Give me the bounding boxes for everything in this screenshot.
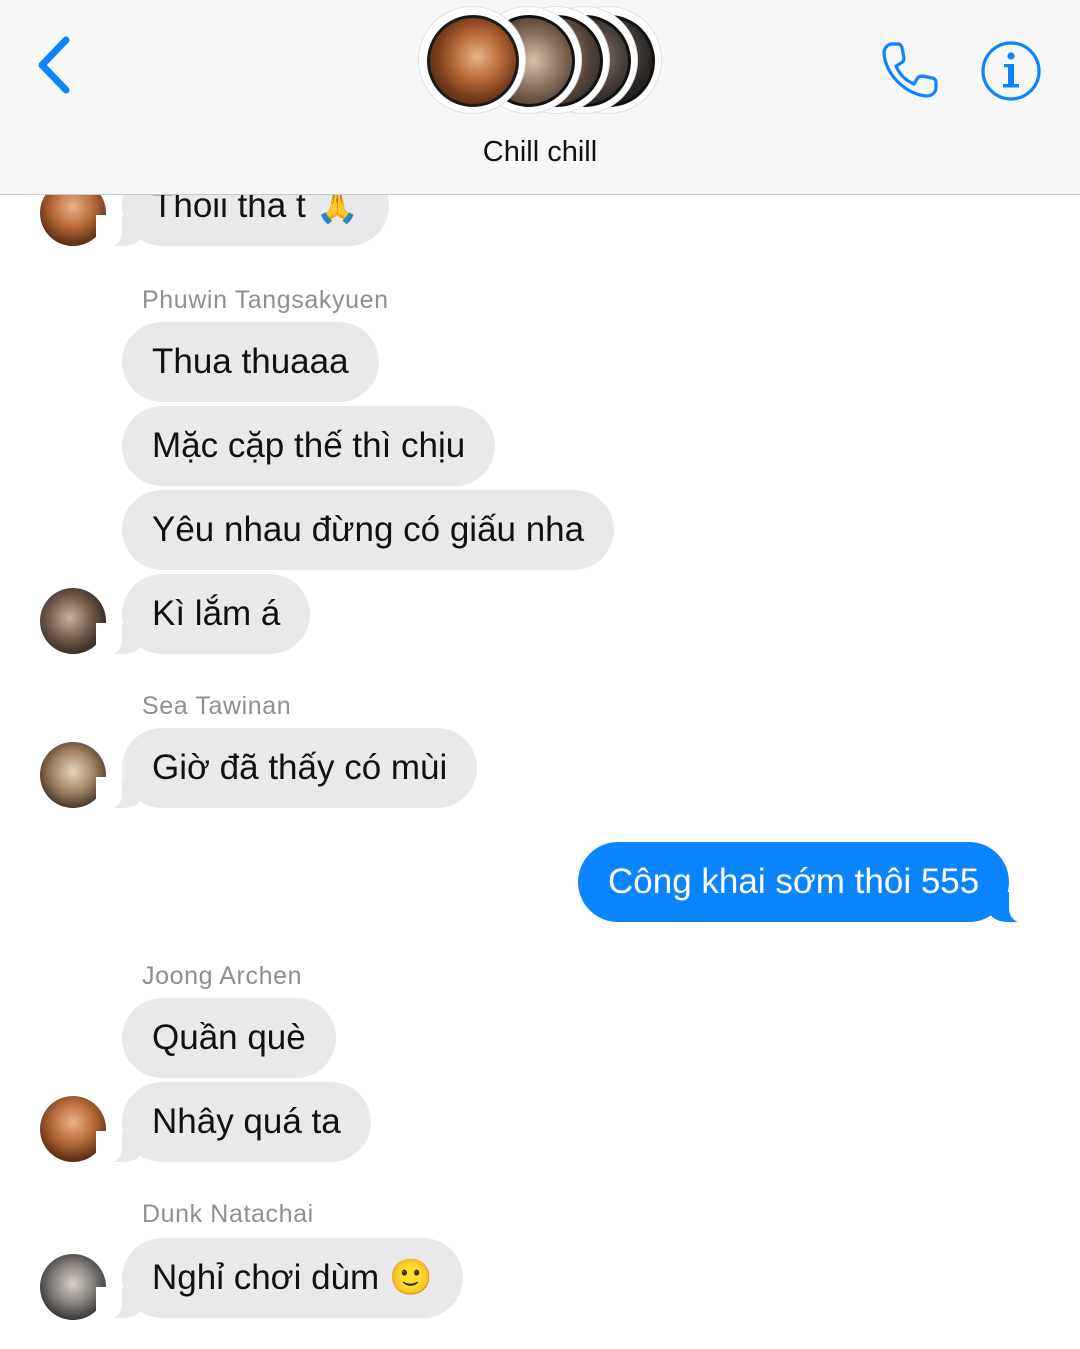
member-avatar (418, 6, 526, 114)
info-icon[interactable] (980, 40, 1042, 102)
phone-icon[interactable] (878, 38, 942, 102)
message-text: Yêu nhau đừng có giấu nha (152, 510, 585, 549)
group-avatar-stack[interactable] (418, 6, 668, 118)
message-bubble[interactable]: Thua thuaaa (122, 322, 379, 402)
message-text: Quần què (152, 1018, 306, 1057)
message-bubble[interactable]: Mặc cặp thế thì chịu (122, 406, 496, 486)
chevron-left-icon[interactable] (34, 36, 74, 94)
message-text: Nhây quá ta (152, 1102, 341, 1141)
message-text: Kì lắm á (152, 594, 281, 633)
message-bubble[interactable]: Kì lắm á (95, 574, 311, 655)
message-text: Nghỉ chơi dùm (152, 1258, 380, 1297)
message-bubble[interactable]: Nhây quá ta (96, 1082, 371, 1163)
sender-name: Joong Archen (142, 962, 303, 990)
message-bubble[interactable]: Quần què (122, 998, 336, 1078)
smiling-face-emoji: 🙂 (388, 1258, 433, 1298)
chat-header: Chill chill (0, 0, 1080, 195)
sent-message-bubble[interactable]: Công khai sớm thôi 555 (578, 842, 1036, 923)
sender-name: Dunk Natachai (142, 1200, 314, 1228)
group-title[interactable]: Chill chill (0, 136, 1080, 169)
sender-name: Phuwin Tangsakyuen (142, 286, 389, 314)
message-text: Giờ đã thấy có mùi (152, 748, 448, 787)
message-text: Mặc cặp thế thì chịu (152, 426, 466, 465)
message-bubble[interactable]: Nghỉ chơi dùm 🙂 (96, 1238, 463, 1319)
sender-name: Sea Tawinan (142, 692, 292, 720)
message-bubble[interactable]: Yêu nhau đừng có giấu nha (122, 490, 615, 570)
message-bubble[interactable]: Giờ đã thấy có mùi (95, 728, 478, 809)
message-text: Thua thuaaa (152, 342, 349, 381)
message-text: Công khai sớm thôi 555 (608, 862, 980, 901)
